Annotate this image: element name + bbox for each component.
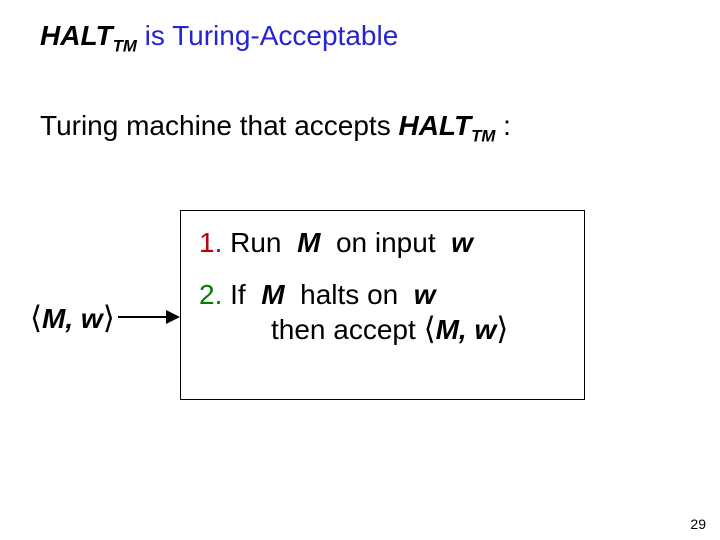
step-2-tuple-w: w [474, 314, 496, 345]
angle-open: ⟨ [30, 301, 42, 335]
step-2-thenaccept: then accept [271, 314, 424, 345]
page-number: 29 [690, 516, 706, 532]
step-2-w: w [414, 279, 436, 310]
step-2: 2. If M halts on w then accept ⟨M, w⟩ [199, 279, 566, 347]
step-1-number: 1. [199, 227, 222, 258]
step-1-run: Run [222, 227, 289, 258]
halt-tm-title: HALTTM [40, 20, 137, 51]
halt-tm-inline: HALTTM [398, 110, 495, 141]
step-1-w: w [451, 227, 473, 258]
step-2-haltson: halts on [292, 279, 406, 310]
subtitle-suffix: : [495, 110, 511, 141]
step-2-if: If [222, 279, 253, 310]
title-line: HALTTM is Turing-Acceptable [40, 20, 680, 57]
step-2-tuple-m: M [436, 314, 459, 345]
step-2-tuple: ⟨M, w⟩ [424, 314, 509, 345]
step-2-line-1: 2. If M halts on w [199, 279, 566, 311]
tuple-expr: ⟨M, w⟩ [30, 303, 115, 334]
tm-subscript: TM [113, 37, 137, 56]
step-2-tuple-comma: , [459, 314, 475, 345]
step-1-oninput: on input [328, 227, 443, 258]
subtitle-line: Turing machine that accepts HALTTM : [40, 110, 700, 147]
halt-text-2: HALT [398, 110, 471, 141]
step-2-m: M [261, 279, 284, 310]
halt-text: HALT [40, 20, 113, 51]
subtitle-prefix: Turing machine that accepts [40, 110, 398, 141]
step-1-m: M [297, 227, 320, 258]
angle-open-2: ⟨ [424, 312, 436, 346]
tm-subscript-2: TM [471, 127, 495, 146]
step-2-number: 2. [199, 279, 222, 310]
input-tuple: ⟨M, w⟩ [30, 300, 115, 336]
tuple-w: w [81, 303, 103, 334]
tuple-comma: , [65, 303, 81, 334]
step-2-line-2: then accept ⟨M, w⟩ [271, 311, 566, 347]
angle-close-2: ⟩ [496, 312, 508, 346]
arrow-icon [118, 316, 178, 318]
slide: HALTTM is Turing-Acceptable Turing machi… [0, 0, 720, 540]
angle-close: ⟩ [103, 301, 115, 335]
step-1: 1. Run M on input w [199, 227, 566, 259]
title-rest: is Turing-Acceptable [137, 20, 398, 51]
tuple-m: M [42, 303, 65, 334]
algorithm-box: 1. Run M on input w 2. If M halts on w t… [180, 210, 585, 400]
